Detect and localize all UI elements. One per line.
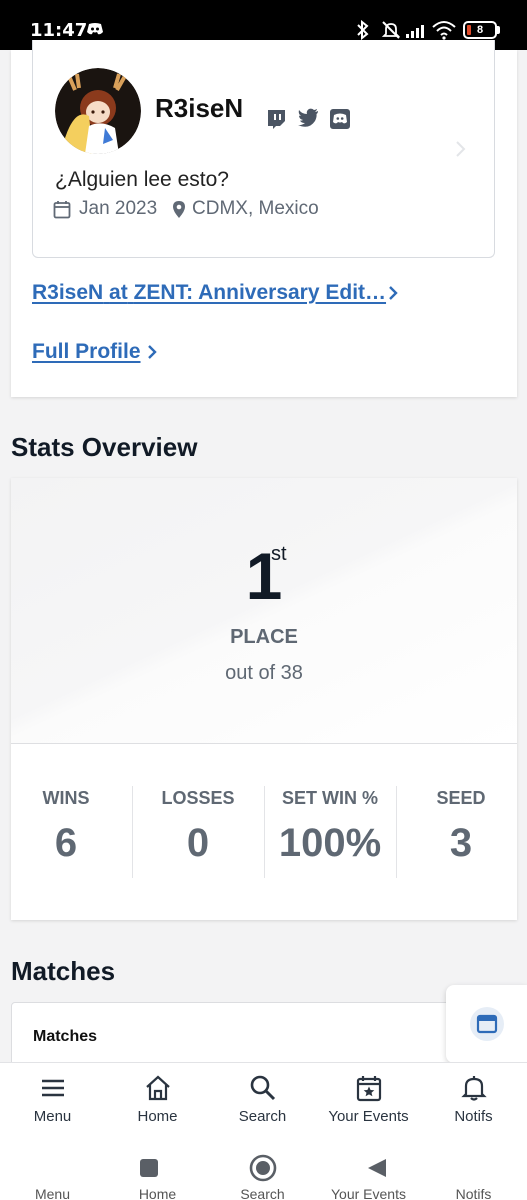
- stat-seed: SEED 3: [395, 788, 527, 866]
- nav-label: Home: [137, 1108, 178, 1125]
- window-icon: [470, 1007, 504, 1041]
- stat-value: 0: [186, 821, 210, 865]
- profile-location-text: CDMX, Mexico: [192, 198, 319, 219]
- battery-level: 8: [476, 24, 484, 36]
- ghost-nav-label: Search: [240, 1186, 285, 1200]
- matches-title: Matches: [11, 956, 116, 986]
- nav-home[interactable]: Home: [105, 1074, 210, 1125]
- profile-username: R3iseN: [155, 93, 244, 123]
- twitch-icon[interactable]: [265, 108, 287, 135]
- nav-notifs[interactable]: Notifs: [421, 1074, 526, 1125]
- profile-joined-date: Jan 2023: [79, 198, 158, 219]
- placement-out-of: out of 38: [225, 662, 303, 684]
- recents-icon[interactable]: [139, 1158, 159, 1183]
- discord-icon[interactable]: [329, 108, 351, 135]
- stat-label: SEED: [436, 788, 486, 808]
- battery-tip: [497, 26, 500, 34]
- nav-label: Menu: [33, 1108, 72, 1125]
- ghost-nav-label: Notifs: [455, 1186, 492, 1200]
- chevron-right-icon[interactable]: [146, 343, 160, 366]
- stat-value: 3: [449, 821, 473, 865]
- menu-icon: [0, 1074, 105, 1102]
- bell-icon: [421, 1074, 526, 1102]
- nav-your-events[interactable]: Your Events: [316, 1074, 421, 1125]
- stat-set-win-pct: SET WIN % 100%: [264, 788, 396, 866]
- back-icon[interactable]: [366, 1157, 388, 1184]
- chevron-right-icon: [455, 140, 467, 163]
- stats-overview-title: Stats Overview: [11, 432, 198, 462]
- avatar: [55, 68, 141, 154]
- ghost-nav-label: Your Events: [331, 1186, 406, 1200]
- calendar-icon: [53, 200, 71, 219]
- nav-search[interactable]: Search: [210, 1074, 315, 1125]
- full-profile-link[interactable]: Full Profile: [32, 340, 141, 364]
- twitter-icon[interactable]: [297, 108, 319, 133]
- ghost-nav-label: Menu: [34, 1186, 71, 1200]
- discord-icon: [86, 22, 104, 41]
- stat-losses: LOSSES 0: [132, 788, 264, 866]
- profile-bio: ¿Alguien lee esto?: [55, 168, 229, 191]
- profile-joined: Jan 2023: [53, 198, 157, 220]
- placement-label: PLACE: [230, 626, 298, 648]
- stat-value: 6: [54, 821, 78, 865]
- chevron-right-icon[interactable]: [387, 284, 401, 307]
- nav-menu[interactable]: Menu: [0, 1074, 105, 1125]
- nav-label: Search: [238, 1108, 287, 1125]
- profile-location: CDMX, Mexico: [172, 198, 319, 220]
- placement-suffix: st: [271, 543, 287, 565]
- floating-window-button[interactable]: [446, 985, 527, 1063]
- nav-label: Notifs: [454, 1108, 493, 1125]
- stat-wins: WINS 6: [0, 788, 132, 866]
- home-circle-icon[interactable]: [249, 1154, 277, 1187]
- battery-icon: 8: [463, 21, 497, 39]
- event-name: ZENT: Anniversary Edit…: [133, 281, 387, 304]
- ghost-nav-label: Home: [138, 1186, 177, 1200]
- event-entry-link[interactable]: R3iseN at ZENT: Anniversary Edit…: [32, 281, 386, 305]
- matches-card-header: Matches: [33, 1028, 98, 1045]
- placement-number: 1: [245, 539, 283, 613]
- nav-label: Your Events: [328, 1108, 409, 1125]
- stat-value: 100%: [278, 821, 382, 865]
- calendar-star-icon: [316, 1074, 421, 1102]
- location-pin-icon: [172, 200, 186, 219]
- status-time: 11:47: [30, 20, 88, 41]
- event-player-name: R3iseN: [32, 281, 104, 304]
- stat-label: SET WIN %: [281, 788, 378, 808]
- stat-label: WINS: [42, 788, 90, 808]
- event-at-text: at: [109, 281, 128, 304]
- stat-label: LOSSES: [161, 788, 235, 808]
- search-icon: [210, 1074, 315, 1102]
- home-icon: [105, 1074, 210, 1102]
